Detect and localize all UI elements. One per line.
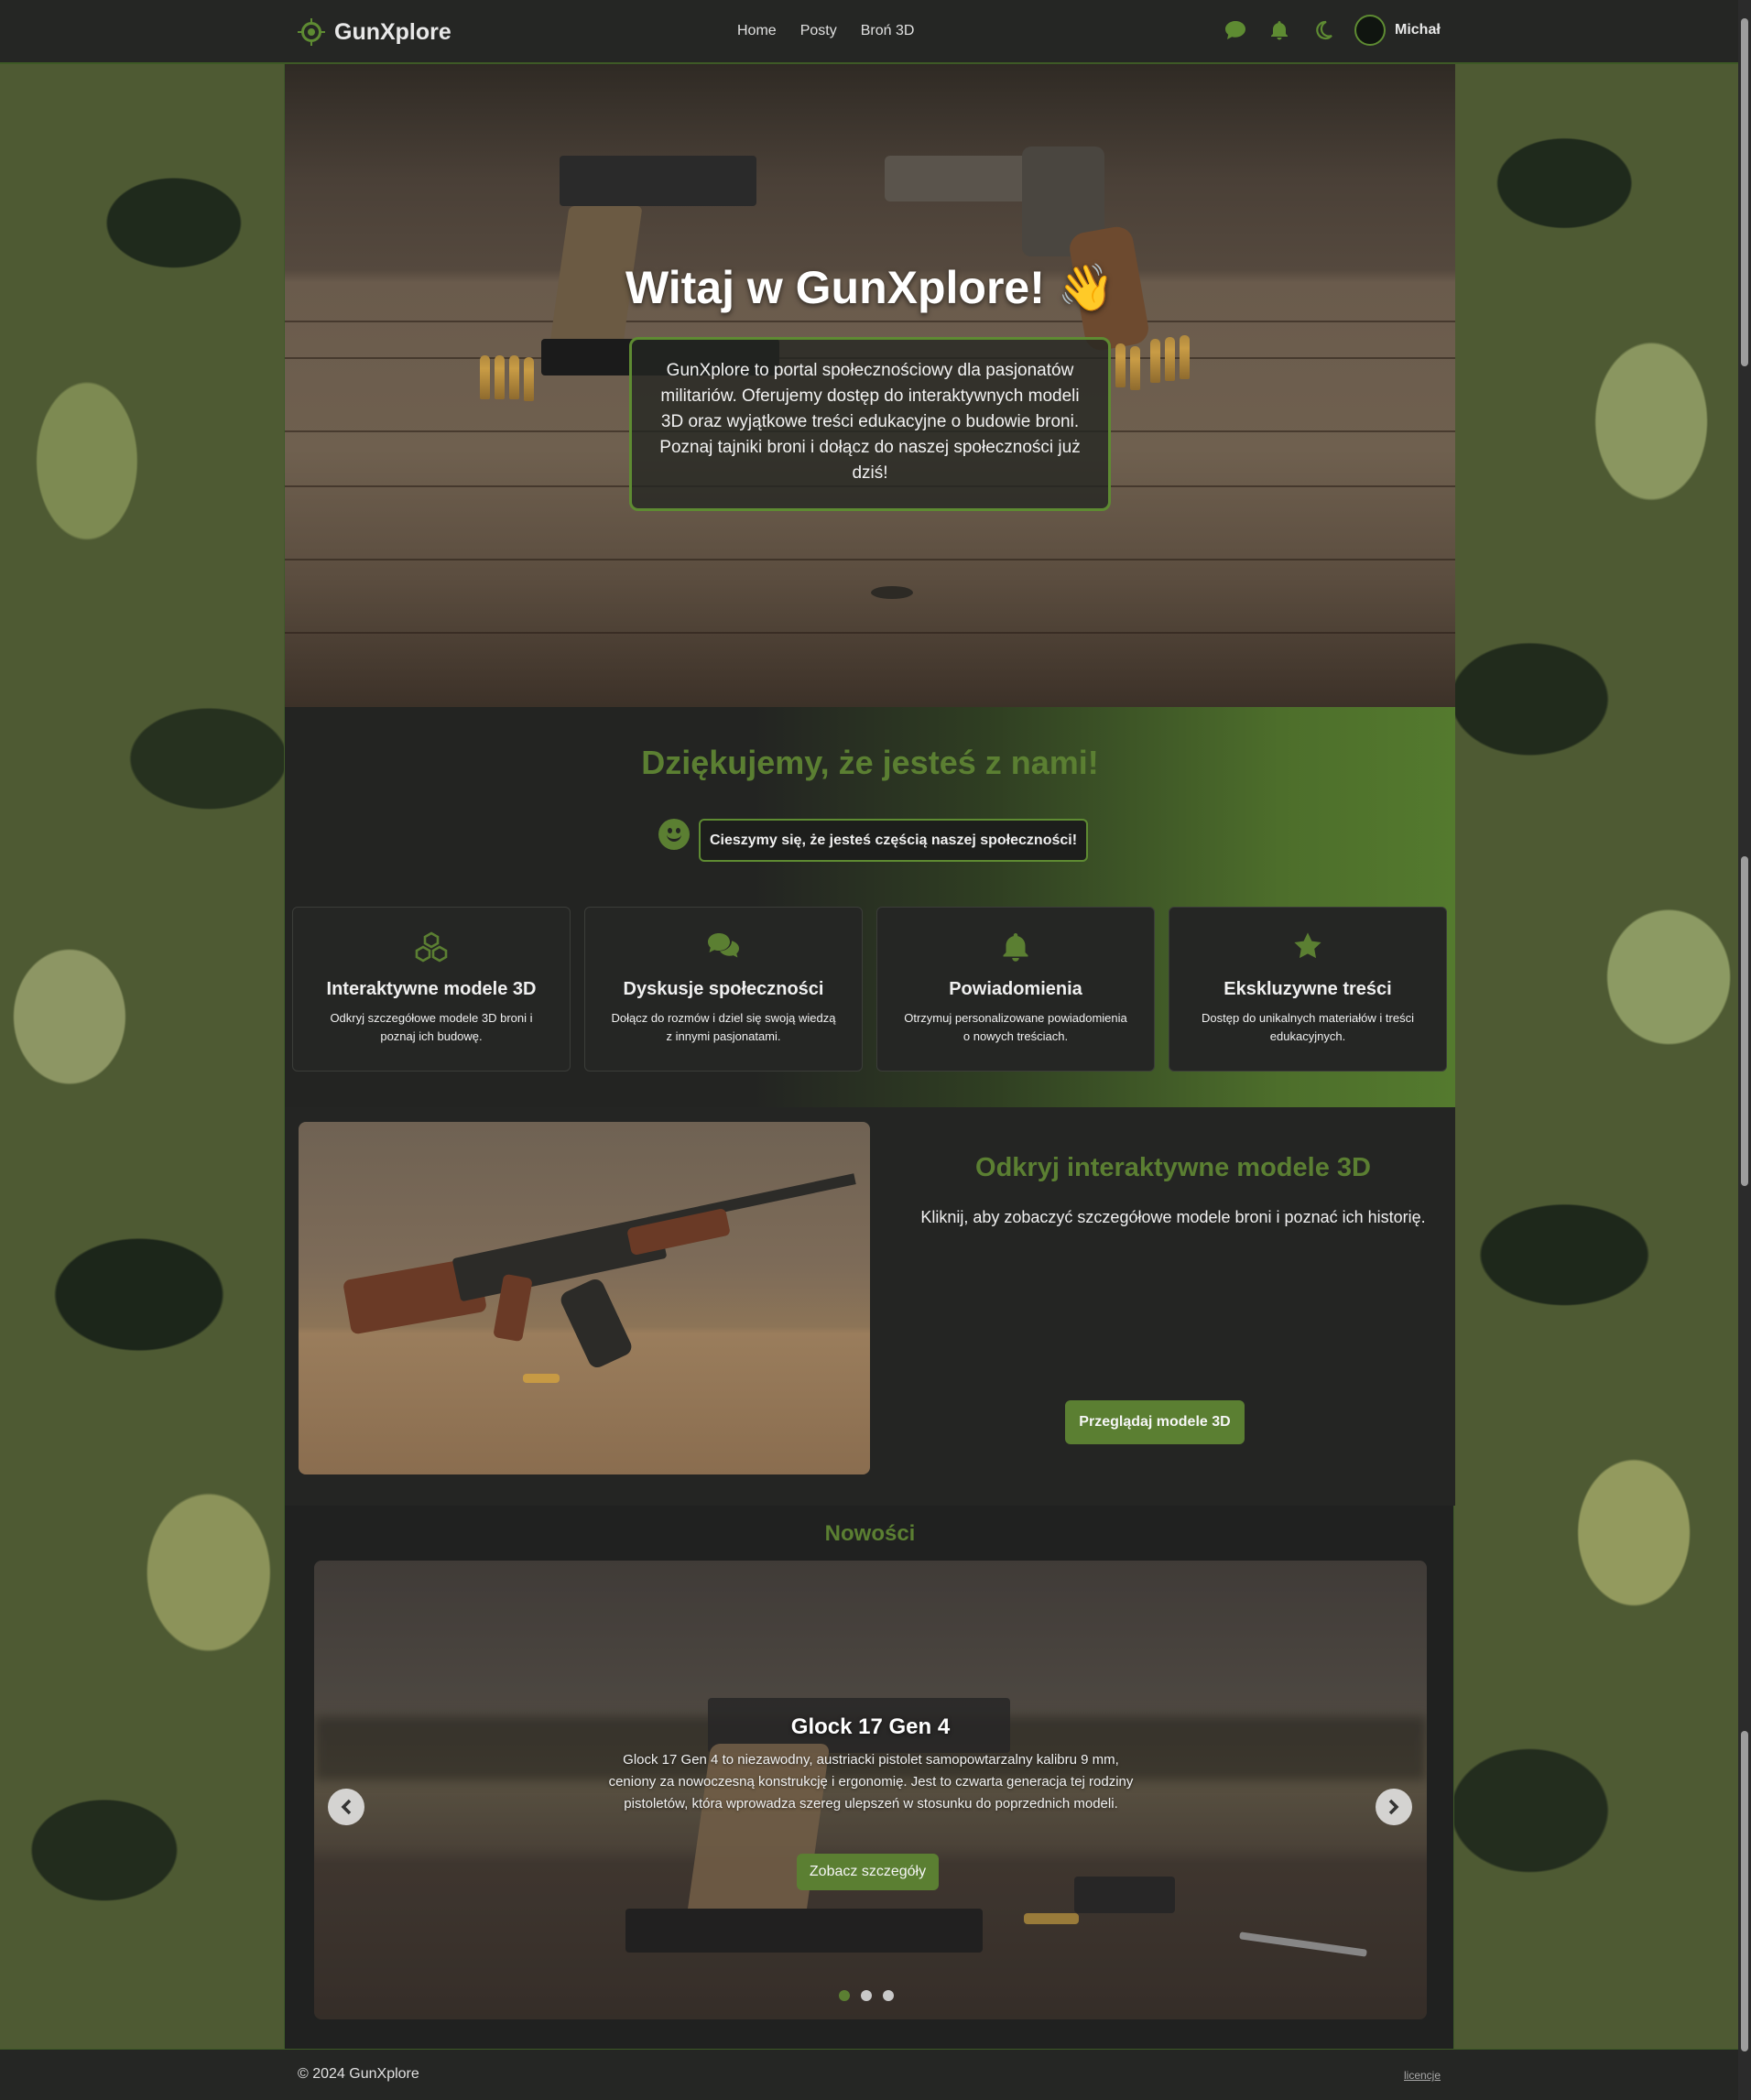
thanks-section: Dziękujemy, że jesteś z nami! Cieszymy s… <box>285 707 1455 1107</box>
feature-title: Powiadomienia <box>949 979 1082 999</box>
hero-description: GunXplore to portal społecznościowy dla … <box>629 337 1111 511</box>
feature-card: Dyskusje społeczności Dołącz do rozmów i… <box>584 907 863 1072</box>
chevron-left-icon[interactable] <box>328 1789 364 1825</box>
hero-section: Witaj w GunXplore! 👋 GunXplore to portal… <box>285 64 1455 707</box>
feature-card: Ekskluzywne treści Dostęp do unikalnych … <box>1169 907 1447 1072</box>
copyright: © 2024 GunXplore <box>298 2066 419 2082</box>
nav-home[interactable]: Home <box>737 23 777 39</box>
feature-card: Powiadomienia Otrzymuj personalizowane p… <box>876 907 1155 1072</box>
bell-icon[interactable] <box>1267 17 1292 43</box>
carousel-dot[interactable] <box>839 1990 850 2001</box>
slide-title: Glock 17 Gen 4 <box>790 1714 951 1739</box>
brand-name: GunXplore <box>334 18 451 45</box>
feature-text: Dostęp do unikalnych materiałów i treści… <box>1202 1011 1414 1043</box>
nav-3d-weapons[interactable]: Broń 3D <box>861 23 915 39</box>
moon-icon[interactable] <box>1311 17 1336 43</box>
avatar[interactable] <box>1354 15 1386 46</box>
models-title: Odkryj interaktywne modele 3D <box>975 1153 1371 1182</box>
username[interactable]: Michał <box>1395 22 1441 38</box>
feature-card: Interaktywne modele 3D Odkryj szczegółow… <box>292 907 571 1072</box>
feature-title: Interaktywne modele 3D <box>326 979 537 999</box>
thanks-title: Dziękujemy, że jesteś z nami! <box>641 744 1099 781</box>
cubes-icon <box>293 931 570 964</box>
browse-models-button[interactable]: Przeglądaj modele 3D <box>1065 1400 1245 1444</box>
crosshair-logo-icon <box>298 18 325 46</box>
main-content: Witaj w GunXplore! 👋 GunXplore to portal… <box>284 64 1455 2049</box>
feature-text: Dołącz do rozmów i dziel się swoją wiedz… <box>611 1011 836 1043</box>
star-icon <box>1169 931 1446 964</box>
footer: © 2024 GunXplore licencje <box>0 2049 1738 2100</box>
chevron-right-icon[interactable] <box>1376 1789 1412 1825</box>
revolver-image <box>885 147 1178 357</box>
comments-icon <box>585 931 862 964</box>
models-section: Odkryj interaktywne modele 3D Kliknij, a… <box>285 1107 1455 1506</box>
nav-posts[interactable]: Posty <box>800 23 837 39</box>
see-details-button[interactable]: Zobacz szczegóły <box>797 1854 939 1890</box>
features-list: Interaktywne modele 3D Odkryj szczegółow… <box>292 907 1450 1072</box>
carousel-dot[interactable] <box>861 1990 872 2001</box>
carousel-indicators <box>839 1990 894 2001</box>
top-navbar: GunXplore Home Posty Broń 3D Michał <box>0 0 1738 64</box>
news-title: Nowości <box>824 1521 916 1546</box>
carousel-dot[interactable] <box>883 1990 894 2001</box>
license-link[interactable]: licencje <box>1404 2069 1441 2082</box>
news-carousel: Glock 17 Gen 4 Glock 17 Gen 4 to niezawo… <box>314 1561 1427 2019</box>
nav-actions: Michał <box>1223 15 1441 46</box>
models-text: Kliknij, aby zobaczyć szczegółowe modele… <box>920 1208 1426 1226</box>
feature-text: Odkryj szczegółowe modele 3D broni i poz… <box>330 1011 533 1043</box>
chat-icon[interactable] <box>1223 17 1248 43</box>
rifle-image[interactable] <box>299 1122 870 1474</box>
feature-title: Dyskusje społeczności <box>623 979 824 999</box>
smile-icon <box>658 819 690 850</box>
brand[interactable]: GunXplore <box>298 18 451 46</box>
hero-title: Witaj w GunXplore! 👋 <box>625 262 1115 313</box>
main-nav: Home Posty Broń 3D <box>737 23 914 39</box>
slide-text: Glock 17 Gen 4 to niezawodny, austriacki… <box>608 1752 1134 1812</box>
feature-title: Ekskluzywne treści <box>1224 979 1392 999</box>
community-message: Cieszymy się, że jesteś częścią naszej s… <box>699 819 1088 862</box>
feature-text: Otrzymuj personalizowane powiadomienia o… <box>904 1011 1127 1043</box>
bell-icon <box>877 931 1154 964</box>
scrollbar[interactable] <box>1738 0 1751 2100</box>
